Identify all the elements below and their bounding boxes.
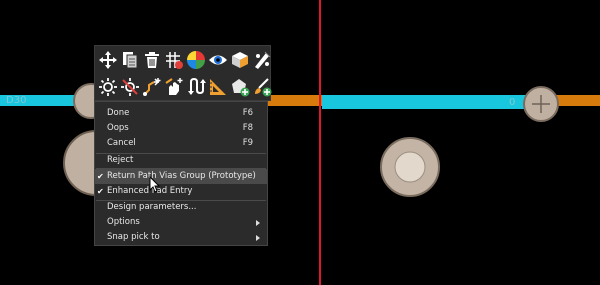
menu-item-label: Design parameters... — [107, 202, 197, 212]
menu-item-shortcut: F9 — [242, 138, 253, 148]
mouse-pointer-icon — [149, 176, 161, 193]
menu-item-label: Reject — [107, 155, 134, 165]
pad-drill — [394, 151, 426, 183]
menu-item-oops[interactable]: Oops F8 — [95, 121, 267, 136]
visibility-eye-icon[interactable] — [207, 49, 229, 71]
menu-item-done[interactable]: Done F6 — [95, 106, 267, 121]
context-menu: Done F6 Oops F8 Cancel F9 Reject ✔ Retur… — [94, 101, 268, 246]
quick-toolbar — [94, 45, 273, 101]
slide-hand-icon[interactable] — [163, 76, 185, 98]
menu-item-label: Oops — [107, 123, 129, 133]
grid-icon[interactable] — [163, 49, 185, 71]
menu-item-label: Options — [107, 217, 140, 227]
add-brush-icon[interactable] — [251, 76, 273, 98]
menu-item-shortcut: F6 — [242, 108, 253, 118]
menu-item-cancel[interactable]: Cancel F9 — [95, 136, 267, 151]
dehighlight-sun-icon[interactable] — [119, 76, 141, 98]
menu-item-label: Snap pick to — [107, 232, 160, 242]
move-icon[interactable] — [97, 49, 119, 71]
menu-item-reject[interactable]: Reject — [95, 153, 267, 168]
color-wheel-icon[interactable] — [185, 49, 207, 71]
pcb-canvas[interactable] — [0, 0, 600, 285]
checkmark-icon: ✔ — [97, 172, 104, 181]
3d-box-icon[interactable] — [229, 49, 251, 71]
checkmark-icon: ✔ — [97, 187, 104, 196]
paint-palette-icon[interactable] — [251, 49, 273, 71]
copy-icon[interactable] — [119, 49, 141, 71]
submenu-arrow-icon — [256, 220, 260, 226]
trace-net-label: 0 — [509, 97, 516, 108]
trace-net-label: D30 — [6, 95, 27, 106]
submenu-arrow-icon — [256, 235, 260, 241]
crosshair-vertical — [319, 0, 321, 285]
trace-cyan-right[interactable] — [322, 95, 528, 109]
menu-item-label: Cancel — [107, 138, 136, 148]
measure-ruler-icon[interactable] — [207, 76, 229, 98]
menu-item-return-path-vias-group[interactable]: ✔ Return Path Vias Group (Prototype) — [95, 169, 267, 184]
highlight-sun-icon[interactable] — [97, 76, 119, 98]
menu-item-shortcut: F8 — [242, 123, 253, 133]
add-shape-icon[interactable] — [229, 76, 251, 98]
route-add-icon[interactable] — [141, 76, 163, 98]
menu-item-design-parameters[interactable]: Design parameters... — [95, 200, 267, 215]
menu-item-enhanced-pad-entry[interactable]: ✔ Enhanced Pad Entry — [95, 184, 267, 199]
menu-item-snap-pick-to[interactable]: Snap pick to — [95, 230, 267, 245]
menu-item-label: Return Path Vias Group (Prototype) — [107, 171, 256, 181]
swap-pins-icon[interactable] — [185, 76, 207, 98]
menu-item-options[interactable]: Options — [95, 215, 267, 230]
menu-item-label: Done — [107, 108, 130, 118]
delete-icon[interactable] — [141, 49, 163, 71]
